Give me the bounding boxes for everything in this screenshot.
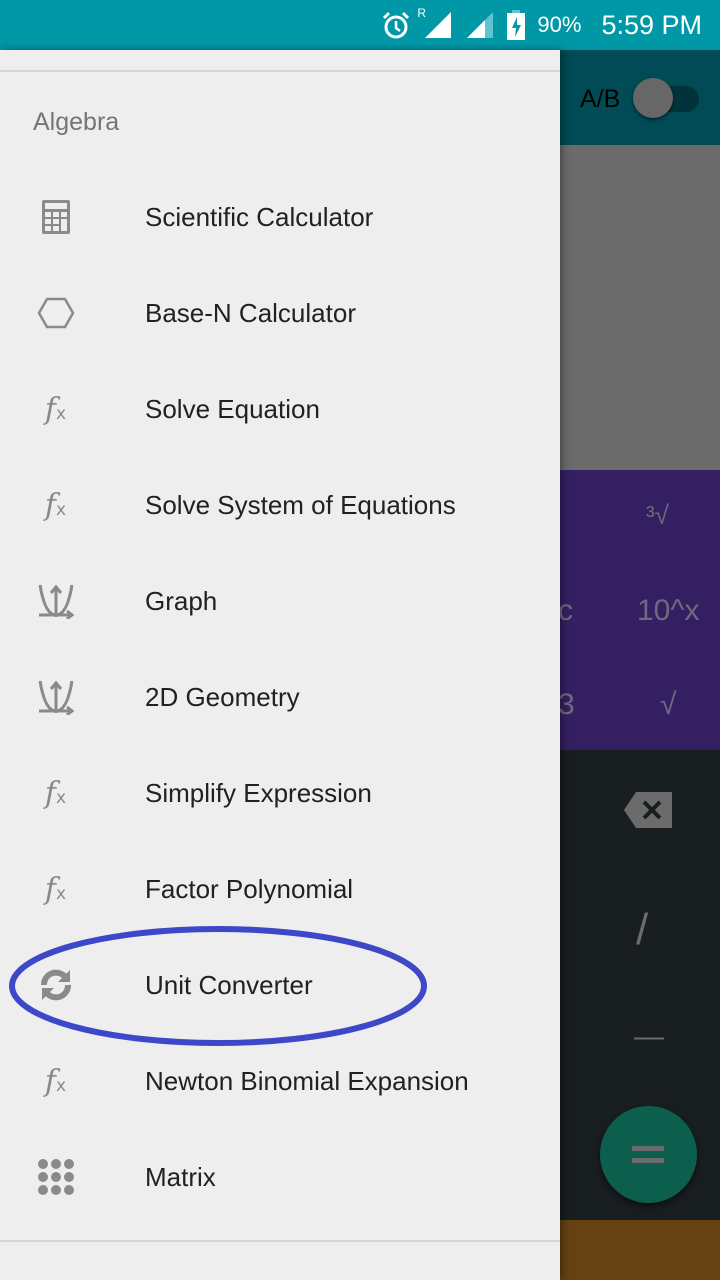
drawer-item-simplify-expression[interactable]: fx Simplify Expression bbox=[0, 745, 560, 841]
graph-icon bbox=[0, 679, 145, 715]
refresh-icon bbox=[0, 967, 145, 1003]
calculator-display bbox=[560, 145, 720, 470]
drawer-item-label: Solve Equation bbox=[145, 393, 320, 424]
number-keypad: / — bbox=[560, 750, 720, 1220]
cube-root-key[interactable]: ³√ bbox=[646, 500, 669, 531]
ab-toggle-label: A/B bbox=[580, 85, 621, 113]
drawer-item-label: Solve System of Equations bbox=[145, 489, 456, 520]
drawer-item-newton-binomial-expansion[interactable]: fx Newton Binomial Expansion bbox=[0, 1033, 560, 1129]
function-icon: fx bbox=[44, 775, 67, 811]
key-partial[interactable]: c bbox=[558, 594, 573, 628]
drawer-item-scientific-calculator[interactable]: Scientific Calculator bbox=[0, 169, 560, 265]
clock: 5:59 PM bbox=[601, 9, 702, 40]
drawer-item-base-n-calculator[interactable]: Base-N Calculator bbox=[0, 265, 560, 361]
function-icon: fx bbox=[44, 391, 67, 427]
sqrt-key[interactable]: √ bbox=[660, 688, 676, 722]
drawer-item-unit-converter[interactable]: Unit Converter bbox=[0, 937, 560, 1033]
function-icon: fx bbox=[44, 871, 67, 907]
drawer-item-label: Scientific Calculator bbox=[145, 201, 374, 232]
divide-key[interactable]: / bbox=[636, 905, 648, 955]
app-toolbar: A/B bbox=[560, 50, 720, 145]
drawer-item-label: Unit Converter bbox=[145, 969, 313, 1000]
drawer-item-label: Simplify Expression bbox=[145, 777, 372, 808]
drawer-item-label: 2D Geometry bbox=[145, 681, 300, 712]
battery-percent: 90% bbox=[537, 12, 582, 37]
navigation-drawer: Algebra Scientific Calculator Base-N Calc… bbox=[0, 50, 560, 1280]
minus-key[interactable]: — bbox=[634, 1020, 664, 1054]
grid-icon bbox=[0, 1158, 145, 1196]
function-icon: fx bbox=[44, 487, 67, 523]
alarm-icon bbox=[383, 11, 410, 39]
backspace-icon[interactable] bbox=[624, 792, 672, 828]
drawer-item-label: Graph bbox=[145, 585, 218, 616]
calculator-icon bbox=[0, 199, 145, 235]
key-partial[interactable]: 3 bbox=[558, 688, 575, 722]
drawer-item-solve-system-of-equations[interactable]: fx Solve System of Equations bbox=[0, 457, 560, 553]
drawer-item-graph[interactable]: Graph bbox=[0, 553, 560, 649]
drawer-item-label: Base-N Calculator bbox=[145, 297, 356, 328]
drawer-item-label: Matrix bbox=[145, 1161, 216, 1192]
equals-button[interactable] bbox=[600, 1106, 697, 1203]
ab-toggle-thumb[interactable] bbox=[633, 78, 673, 118]
divider bbox=[0, 70, 560, 72]
drawer-item-label: Factor Polynomial bbox=[145, 873, 354, 904]
ten-power-key[interactable]: 10^x bbox=[637, 594, 699, 628]
drawer-item-2d-geometry[interactable]: 2D Geometry bbox=[0, 649, 560, 745]
drawer-item-factor-polynomial[interactable]: fx Factor Polynomial bbox=[0, 841, 560, 937]
drawer-item-matrix[interactable]: Matrix bbox=[0, 1129, 560, 1225]
bottom-panel bbox=[560, 1220, 720, 1280]
function-icon: fx bbox=[44, 1063, 67, 1099]
section-header: Algebra bbox=[33, 108, 120, 136]
status-bar: R 90% 5:59 PM bbox=[0, 0, 720, 50]
roaming-indicator: R bbox=[417, 6, 427, 20]
drawer-item-label: Newton Binomial Expansion bbox=[145, 1065, 469, 1096]
hexagon-icon bbox=[0, 297, 145, 329]
signal-icon bbox=[467, 12, 494, 38]
divider bbox=[0, 1240, 560, 1242]
scientific-keypad: ³√ c 10^x 3 √ bbox=[558, 470, 720, 750]
graph-icon bbox=[0, 583, 145, 619]
signal-icon bbox=[425, 12, 452, 38]
drawer-item-solve-equation[interactable]: fx Solve Equation bbox=[0, 361, 560, 457]
battery-charging-icon bbox=[507, 10, 526, 40]
